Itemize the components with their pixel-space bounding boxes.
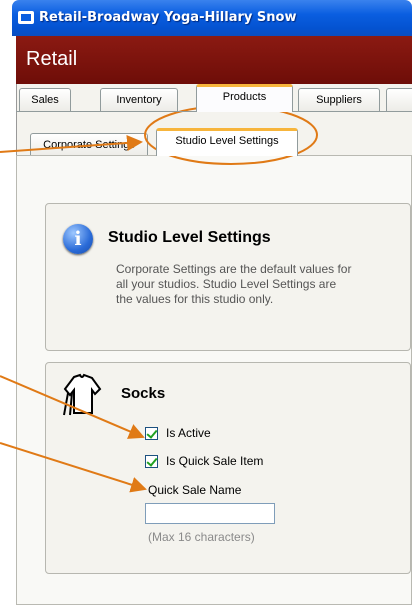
tab-products[interactable]: Products (196, 84, 293, 112)
tab-label: Products (222, 91, 267, 103)
annotation-arrow (0, 375, 145, 439)
annotation-arrow (0, 442, 147, 493)
subtab-studio-level-settings[interactable]: Studio Level Settings (156, 128, 298, 156)
annotation-arrow (0, 135, 143, 153)
subtab-label: Studio Level Settings (175, 135, 279, 147)
